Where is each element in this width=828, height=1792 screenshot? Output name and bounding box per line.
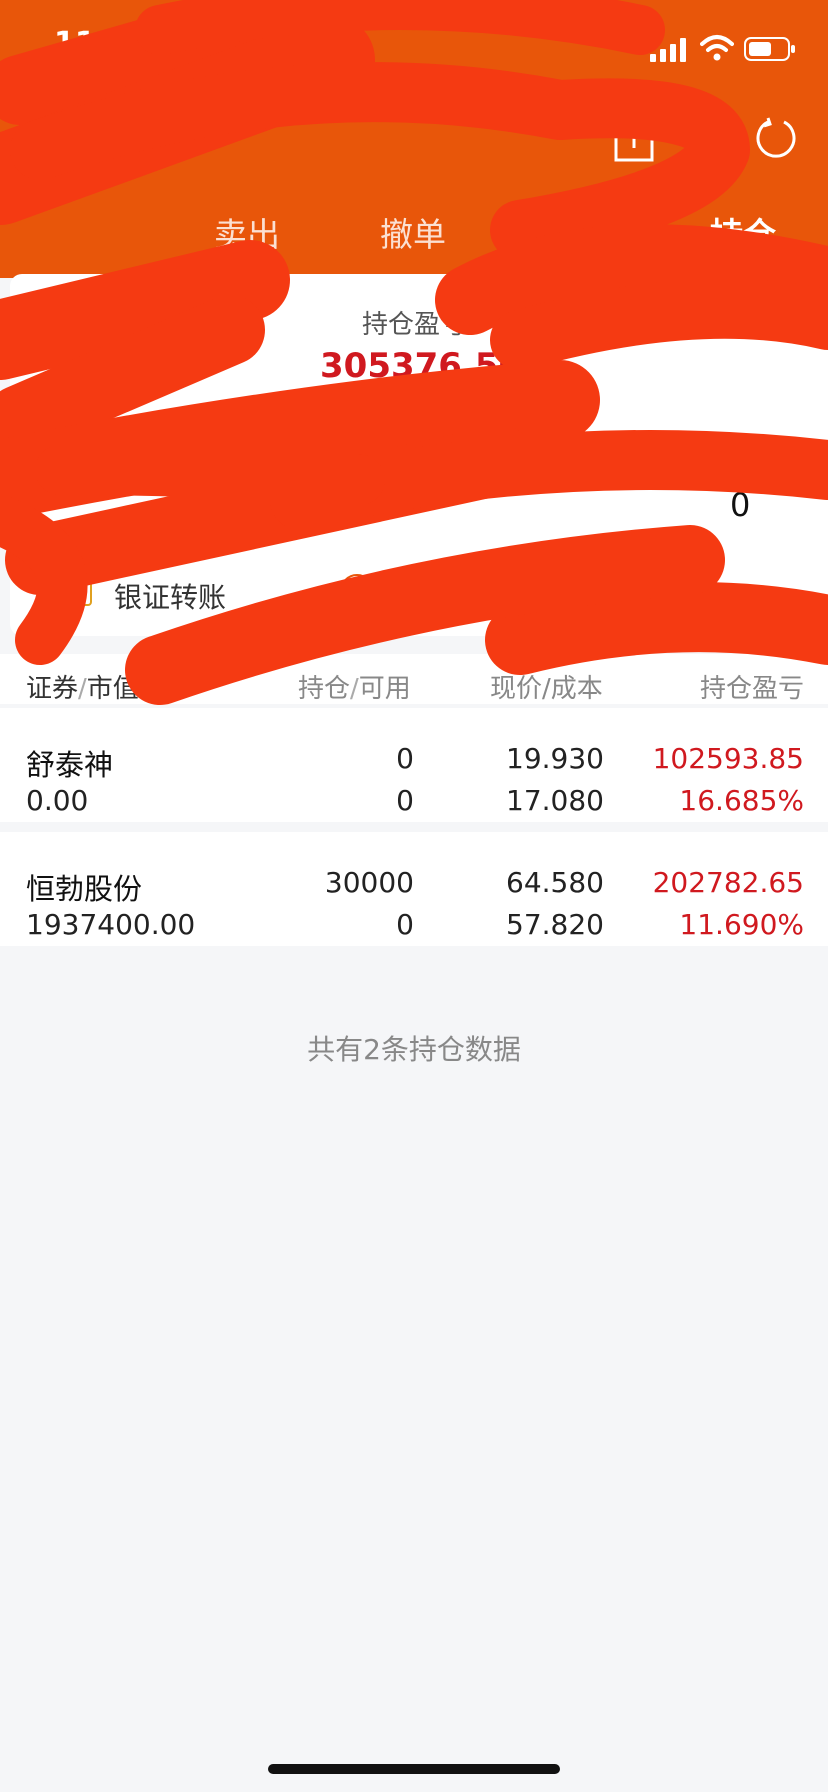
header-price-cost: 现价/成本 <box>490 674 603 704</box>
battery-icon <box>744 37 795 61</box>
header-security: 证券/市值 <box>26 668 139 705</box>
cellular-signal-icon <box>650 38 686 62</box>
tab-orders[interactable]: 委托 <box>510 208 576 256</box>
header-available-label: 可用 <box>358 674 411 704</box>
position-pl-percent: 16.685% <box>679 784 804 817</box>
wifi-icon <box>700 35 734 61</box>
account-summary-card: 总资产 持仓盈亏 可用 305376.50 总市值 0 银证转账 <box>10 274 828 636</box>
status-time: 11:1 <box>54 26 129 61</box>
available-quantity: 0 <box>396 784 414 817</box>
position-row[interactable]: 舒泰神 0.00 0 0 19.930 17.080 102593.85 16.… <box>0 708 828 822</box>
current-price: 64.580 <box>506 866 604 899</box>
header-position-pl: 持仓盈亏 <box>700 674 805 704</box>
bank-transfer-icon[interactable] <box>60 576 92 606</box>
security-name: 舒泰神 <box>26 748 114 782</box>
tab-sell[interactable]: 卖出 <box>214 208 280 256</box>
position-pl: 102593.85 <box>652 742 804 775</box>
market-value: 1937400.00 <box>26 908 196 941</box>
position-pl-percent: 11.690% <box>679 908 804 941</box>
position-pl: 202782.65 <box>652 866 804 899</box>
header-market-value-label: 市值 <box>86 674 139 704</box>
position-pl-value: 305376.50 <box>320 346 523 386</box>
positions-count-text: 共有2条持仓数据 <box>307 1033 521 1066</box>
positions-table-header: 证券/市值 持仓/可用 现价/成本 持仓盈亏 <box>0 654 828 704</box>
hold-quantity: 30000 <box>324 866 414 899</box>
home-indicator <box>268 1764 560 1774</box>
header-hold-label: 持仓 <box>298 674 351 704</box>
header-separator: / <box>78 674 87 704</box>
market-value: 0.00 <box>26 784 89 817</box>
tab-positions[interactable]: 持仓 <box>710 208 776 256</box>
header-hold: 持仓/可用 <box>298 668 411 705</box>
hold-quantity: 0 <box>396 742 414 775</box>
bank-transfer-button[interactable]: 银证转账 <box>114 576 226 616</box>
header-security-label: 证券 <box>26 674 79 704</box>
cost-price: 17.080 <box>506 784 604 817</box>
refresh-icon[interactable] <box>754 116 798 160</box>
total-assets-label: 总资产 <box>100 310 179 340</box>
market-value-label: 总市值 <box>100 450 179 480</box>
available-quantity: 0 <box>396 908 414 941</box>
current-price: 19.930 <box>506 742 604 775</box>
app-header: 11:1 卖出 撤单 委托 持仓 <box>0 0 828 278</box>
action-circle-icon[interactable] <box>340 574 374 608</box>
cost-price: 57.820 <box>506 908 604 941</box>
header-separator: / <box>350 674 359 704</box>
security-name: 恒勃股份 <box>26 872 143 906</box>
position-row[interactable]: 恒勃股份 1937400.00 30000 0 64.580 57.820 20… <box>0 832 828 946</box>
tab-cancel-order[interactable]: 撤单 <box>380 208 446 256</box>
available-label: 可用 <box>664 310 717 340</box>
active-tab-indicator <box>726 262 764 267</box>
position-pl-label: 持仓盈亏 <box>362 310 467 340</box>
share-icon[interactable] <box>612 118 656 164</box>
available-value: 0 <box>730 486 751 524</box>
